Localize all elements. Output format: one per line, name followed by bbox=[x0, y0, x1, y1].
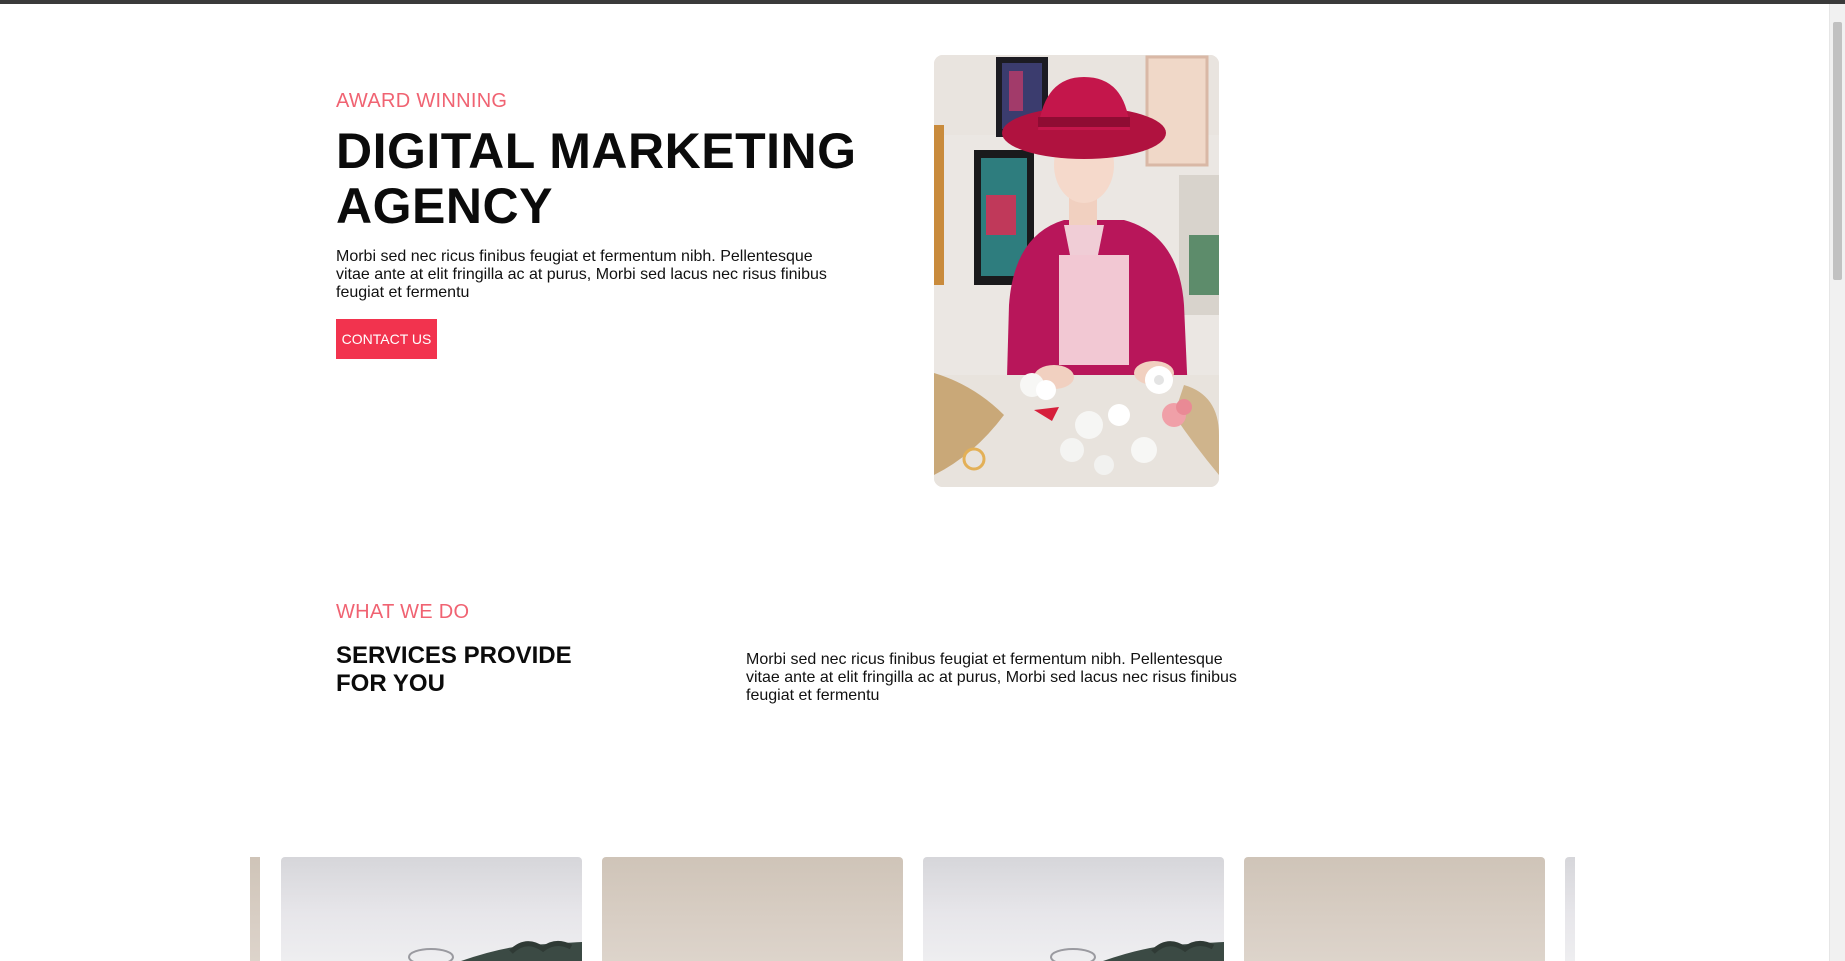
browser-top-border bbox=[0, 0, 1845, 4]
service-card[interactable] bbox=[602, 857, 903, 961]
services-description: Morbi sed nec ricus finibus feugiat et f… bbox=[746, 651, 1237, 704]
service-card[interactable] bbox=[1244, 857, 1545, 961]
services-title-line-2: FOR YOU bbox=[336, 670, 445, 697]
hero-title-line-2: AGENCY bbox=[336, 178, 553, 234]
plant-photo-icon bbox=[408, 941, 582, 961]
contact-us-button[interactable]: CONTACT US bbox=[336, 319, 437, 359]
service-card[interactable] bbox=[923, 857, 1224, 961]
scrollbar-thumb[interactable] bbox=[1833, 22, 1842, 280]
hero-title-line-1: DIGITAL MARKETING bbox=[336, 123, 857, 179]
hero-title: DIGITAL MARKETING AGENCY bbox=[336, 124, 896, 234]
plant-photo-icon bbox=[1050, 941, 1224, 961]
service-card[interactable] bbox=[281, 857, 582, 961]
hero-photo bbox=[934, 55, 1219, 487]
services-eyebrow: WHAT WE DO bbox=[336, 601, 470, 623]
page-scrollbar[interactable] bbox=[1829, 4, 1845, 961]
hero-description: Morbi sed nec ricus finibus feugiat et f… bbox=[336, 248, 827, 301]
services-title-line-1: SERVICES PROVIDE bbox=[336, 642, 572, 669]
service-card-partial-right[interactable] bbox=[1565, 857, 1575, 961]
hero-eyebrow: AWARD WINNING bbox=[336, 90, 508, 112]
woman-crafting-photo-icon bbox=[934, 55, 1219, 487]
services-title: SERVICES PROVIDE FOR YOU bbox=[336, 642, 616, 698]
service-card-partial-left[interactable] bbox=[250, 857, 260, 961]
